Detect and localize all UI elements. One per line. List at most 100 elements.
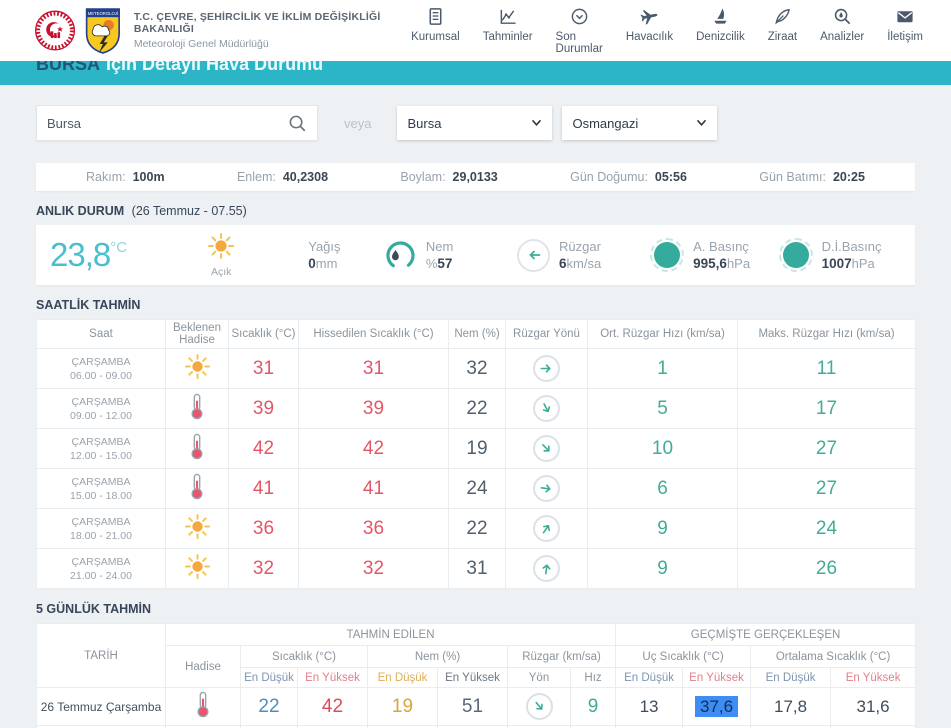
nav-label: Denizcilik: [696, 31, 745, 43]
page-title-band: BURSAİçin Detaylı Hava Durumu: [0, 61, 951, 85]
nav-item-son-durumlar[interactable]: Son Durumlar: [556, 7, 603, 55]
daily-group-predicted: TAHMİN EDİLEN: [166, 624, 616, 646]
chevron-down-icon: [696, 119, 707, 127]
ministry-name: T.C. ÇEVRE, ŞEHİRCİLİK VE İKLİM DEĞİŞİKL…: [134, 11, 411, 35]
info-sunrise: Gün Doğumu: 05:56: [570, 170, 687, 184]
selected-value: 37,6: [695, 696, 738, 717]
thermometer-icon: [190, 473, 204, 500]
nav-label: Ziraat: [768, 31, 797, 43]
current-conditions-card: 23,8°C Açık Yağış 0mm: [36, 225, 915, 285]
wind-direction-icon: [533, 475, 560, 502]
chart-icon: [498, 7, 518, 26]
nav-label: Havacılık: [626, 31, 673, 43]
nav-item-iletisim[interactable]: İletişim: [887, 7, 923, 55]
current-humidity: Nem %57: [384, 239, 517, 272]
hourly-row: ÇARŞAMBA06.00 - 09.00 31 31 32 1 11: [37, 349, 916, 389]
current-sea-pressure: D.İ.Basınç 1007hPa: [779, 239, 907, 271]
daily-subgroup-header-row: Hadise Sıcaklık (°C) Nem (%) Rüzgar (km/…: [37, 646, 916, 668]
hourly-row: ÇARŞAMBA18.00 - 21.00 36 36 22 9 24: [37, 509, 916, 549]
pressure-icon: [654, 242, 680, 268]
current-pressure: A. Basınç 995,6hPa: [650, 239, 778, 271]
search-input[interactable]: [47, 116, 288, 131]
wind-direction-icon: [533, 395, 560, 422]
drop-magnifier-icon: [833, 7, 852, 26]
nav-item-tahminler[interactable]: Tahminler: [483, 7, 533, 55]
sun-icon: [207, 232, 235, 260]
nav-item-ziraat[interactable]: Ziraat: [768, 7, 797, 55]
sailboat-icon: [711, 7, 730, 26]
location-info-bar: Rakım: 100m Enlem: 40,2308 Boylam: 29,01…: [36, 163, 915, 191]
main-nav: Kurumsal Tahminler Son Durumlar Havacılı…: [411, 7, 923, 55]
nav-item-analizler[interactable]: Analizler: [820, 7, 864, 55]
page-title-city: BURSA: [36, 61, 100, 74]
hourly-row: ÇARŞAMBA12.00 - 15.00 42 42 19 10 27: [37, 429, 916, 469]
current-section-heading: ANLIK DURUM (26 Temmuz - 07.55): [36, 204, 915, 218]
nav-label: Tahminler: [483, 31, 533, 43]
clock-icon: [570, 7, 589, 26]
nav-item-denizcilik[interactable]: Denizcilik: [696, 7, 745, 55]
current-condition: Açık: [177, 232, 265, 278]
ministry-emblem-icon: [34, 7, 76, 54]
daily-group-past: GEÇMİŞTE GERÇEKLEŞEN: [616, 624, 916, 646]
brand: METEOROLOJİ T.C. ÇEVRE, ŞEHİRCİLİK VE İK…: [34, 5, 411, 57]
wind-direction-icon: [526, 693, 553, 720]
humidity-icon: [384, 239, 417, 272]
thermometer-icon: [196, 691, 210, 718]
nav-label: Son Durumlar: [556, 31, 603, 55]
or-label: veya: [344, 116, 371, 131]
current-wind: Rüzgar 6km/sa: [517, 239, 650, 272]
nav-item-havacilik[interactable]: Havacılık: [626, 7, 673, 55]
ledger-icon: [426, 7, 445, 26]
current-precipitation: Yağış 0mm: [265, 239, 384, 271]
top-header: METEOROLOJİ T.C. ÇEVRE, ŞEHİRCİLİK VE İK…: [0, 0, 951, 61]
info-latitude: Enlem: 40,2308: [237, 170, 328, 184]
sun-icon: [184, 513, 211, 540]
thermometer-icon: [190, 393, 204, 420]
wind-direction-icon: [533, 555, 560, 582]
daily-col-date: TARİH: [37, 624, 166, 688]
hourly-section-heading: SAATLİK TAHMİN: [36, 298, 915, 312]
wind-direction-icon: [533, 355, 560, 382]
daily-row: 26 Temmuz Çarşamba 22 42 19 51 9 13 37,6…: [37, 688, 916, 726]
plane-icon: [638, 5, 662, 28]
current-condition-label: Açık: [177, 266, 265, 278]
quill-icon: [773, 7, 792, 26]
nav-label: Kurumsal: [411, 31, 460, 43]
wind-direction-icon: [533, 435, 560, 462]
info-longitude: Boylam: 29,0133: [400, 170, 497, 184]
wind-direction-icon: [517, 239, 550, 272]
svg-text:METEOROLOJİ: METEOROLOJİ: [88, 11, 118, 16]
daily-col-event: Hadise: [166, 646, 241, 688]
district-select-value: Osmangazi: [572, 116, 638, 131]
current-temperature: 23,8°C: [44, 236, 177, 274]
sun-icon: [184, 553, 211, 580]
wind-direction-icon: [533, 515, 560, 542]
meteorology-logo-icon: METEOROLOJİ: [85, 5, 121, 57]
chevron-down-icon: [531, 119, 542, 127]
page-title: BURSAİçin Detaylı Hava Durumu: [36, 61, 323, 75]
hourly-row: ÇARŞAMBA15.00 - 18.00 41 41 24 6 27: [37, 469, 916, 509]
hourly-row: ÇARŞAMBA09.00 - 12.00 39 39 22 5 17: [37, 389, 916, 429]
nav-item-kurumsal[interactable]: Kurumsal: [411, 7, 460, 55]
thermometer-icon: [190, 433, 204, 460]
hourly-header-row: Saat Beklenen Hadise Sıcaklık (°C) Hisse…: [37, 320, 916, 349]
daily-forecast-table: TARİH TAHMİN EDİLEN GEÇMİŞTE GERÇEKLEŞEN…: [36, 623, 916, 728]
search-box: [36, 105, 318, 141]
hourly-row: ÇARŞAMBA21.00 - 24.00 32 32 31 9 26: [37, 549, 916, 589]
search-icon[interactable]: [288, 114, 307, 133]
district-select[interactable]: Osmangazi: [562, 106, 717, 140]
info-sunset: Gün Batımı: 20:25: [759, 170, 865, 184]
nav-label: Analizler: [820, 31, 864, 43]
province-select[interactable]: Bursa: [397, 106, 552, 140]
daily-section-heading: 5 GÜNLÜK TAHMİN: [36, 602, 915, 616]
sun-icon: [184, 353, 211, 380]
envelope-icon: [895, 7, 915, 26]
daily-group-header-row: TARİH TAHMİN EDİLEN GEÇMİŞTE GERÇEKLEŞEN: [37, 624, 916, 646]
location-search-row: veya Bursa Osmangazi: [36, 105, 915, 141]
nav-label: İletişim: [887, 31, 923, 43]
sea-pressure-icon: [783, 242, 809, 268]
province-select-value: Bursa: [407, 116, 441, 131]
directorate-name: Meteoroloji Genel Müdürlüğü: [134, 38, 411, 50]
info-altitude: Rakım: 100m: [86, 170, 165, 184]
hourly-forecast-table: Saat Beklenen Hadise Sıcaklık (°C) Hisse…: [36, 319, 916, 589]
